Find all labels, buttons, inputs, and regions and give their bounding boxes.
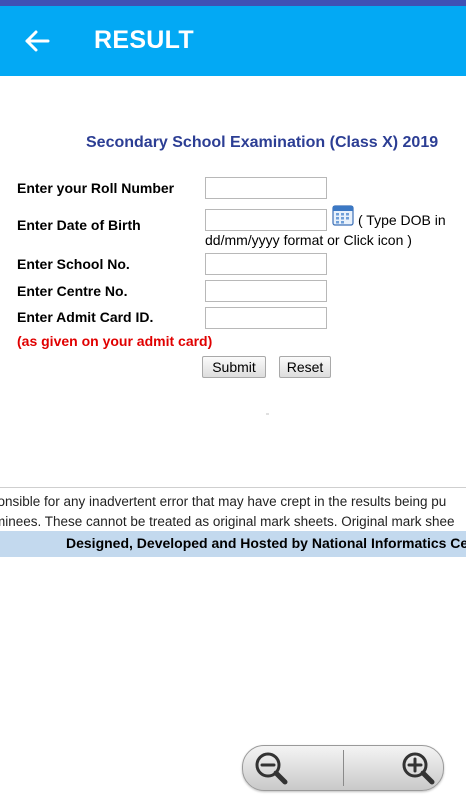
school-no-label: Enter School No.: [17, 256, 130, 272]
roll-number-label: Enter your Roll Number: [17, 180, 175, 196]
dob-hint: ( Type DOB in: [358, 212, 446, 228]
divider: [0, 487, 466, 488]
roll-number-input[interactable]: [205, 177, 327, 199]
zoom-out-button[interactable]: [243, 746, 343, 790]
disclaimer-line-2: minees. These cannot be treated as origi…: [0, 514, 455, 529]
reset-button[interactable]: Reset: [279, 356, 331, 378]
school-no-input[interactable]: [205, 253, 327, 275]
centre-no-label: Enter Centre No.: [17, 283, 128, 299]
zoom-out-icon: [255, 752, 288, 785]
footer-credit: Designed, Developed and Hosted by Nation…: [66, 535, 466, 551]
calendar-icon[interactable]: [332, 204, 354, 226]
admit-card-note: (as given on your admit card): [17, 333, 213, 349]
dob-label: Enter Date of Birth: [17, 217, 141, 233]
footer-bar: Designed, Developed and Hosted by Nation…: [0, 531, 466, 557]
submit-button[interactable]: Submit: [202, 356, 266, 378]
disclaimer-line-1: ponsible for any inadvertent error that …: [0, 494, 447, 509]
zoom-in-icon: [402, 752, 435, 785]
disclaimer: ponsible for any inadvertent error that …: [0, 492, 466, 532]
centre-no-input[interactable]: [205, 280, 327, 302]
exam-title: Secondary School Examination (Class X) 2…: [86, 134, 439, 151]
page-title: RESULT: [94, 26, 194, 54]
divider-dot: [266, 413, 269, 415]
zoom-in-button[interactable]: [344, 746, 443, 790]
dob-input[interactable]: [205, 209, 327, 231]
app-bar: RESULT: [0, 6, 466, 76]
admit-card-input[interactable]: [205, 307, 327, 329]
arrow-left-icon[interactable]: [22, 26, 52, 56]
zoom-control: [242, 745, 444, 791]
dob-hint-format: dd/mm/yyyy format or Click icon ): [205, 232, 412, 248]
admit-card-label: Enter Admit Card ID.: [17, 309, 154, 325]
